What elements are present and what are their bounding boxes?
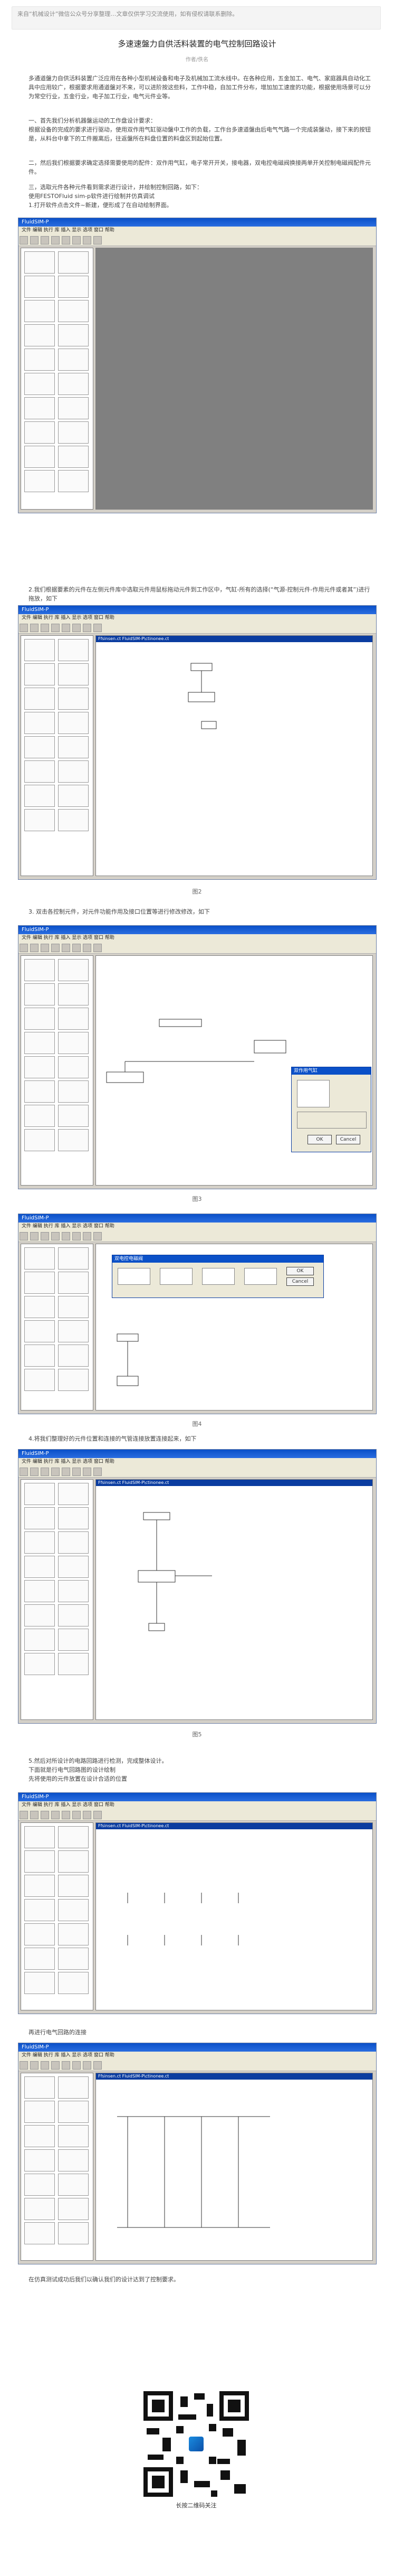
notice-text: 来自“机械设计”微信公众号分享整理…文章仅供学习交流使用，如有侵权请联系删除。 xyxy=(17,11,238,17)
dialog-title: 双作用气缸 xyxy=(292,1067,371,1075)
electrical-components xyxy=(127,1893,239,1945)
brand-logo-icon xyxy=(186,2433,207,2455)
drawing-canvas[interactable]: Ffsinsen.ct FluidSIM-P\ctinonee.ct xyxy=(95,1479,373,1720)
software-window-1: FluidSIM-P 文件 编辑 执行 库 插入 显示 选项 窗口 帮助 xyxy=(18,218,377,513)
qr-code[interactable] xyxy=(143,2391,249,2497)
toolbar[interactable] xyxy=(18,1230,376,1242)
drawing-canvas[interactable]: 双作用气缸 OK Cancel xyxy=(95,955,373,1186)
paragraph-step2: 2.我们根据要素的元件在左侧元件库中选取元件用鼠标拖动元件到工作区中，气缸-所有… xyxy=(28,586,370,602)
figure-caption-3: 图3 xyxy=(192,1196,202,1202)
paragraph-intro: 多通道盤力自供活料装置广泛应用在各种小型机械设备和电子及机械加工流水线中。在各种… xyxy=(28,75,371,100)
paragraph-steps: 三，选取元件各种元件看到需求进行设计，并绘制控制回路，如下： 使用FESTOFl… xyxy=(28,184,203,209)
notice-banner: 来自“机械设计”微信公众号分享整理…文章仅供学习交流使用，如有侵权请联系删除。 xyxy=(12,6,381,30)
drawing-canvas[interactable]: Ffsinsen.ct FluidSIM-P\ctinonee.ct xyxy=(95,635,373,876)
paragraph-step6: 再进行电气回路的连接 xyxy=(28,2029,87,2036)
paragraph-analysis: 一、首先我们分析机器盤运动的工作盘设计要求： 根据设备的完成的要求进行驱动，使用… xyxy=(28,117,371,142)
software-window-5: FluidSIM-P 文件 编辑 执行 库 插入 显示 选项 窗口 帮助 Ffs… xyxy=(18,1449,377,1724)
component-library[interactable] xyxy=(21,955,93,1186)
article-title: 多速速盤力自供活料装置的电气控制回路设计 xyxy=(118,39,276,49)
drawing-canvas[interactable]: Ffsinsen.ct FluidSIM-P\ctinonee.ct xyxy=(95,2073,373,2261)
valve-dialog[interactable]: 双电控电磁阀 OK Cancel xyxy=(112,1255,324,1298)
component-library[interactable] xyxy=(21,2073,93,2261)
window-title-bar: FluidSIM-P xyxy=(18,926,376,934)
component-library[interactable] xyxy=(21,635,93,876)
toolbar[interactable] xyxy=(18,2059,376,2071)
pneumatic-circuit xyxy=(188,663,217,729)
window-title-bar: FluidSIM-P xyxy=(18,1793,376,1801)
canvas-title: Ffsinsen.ct FluidSIM-P\ctinonee.ct xyxy=(96,1823,372,1829)
figure-caption-2: 图2 xyxy=(192,888,202,895)
menu-bar[interactable]: 文件 编辑 执行 库 插入 显示 选项 窗口 帮助 xyxy=(18,1801,376,1809)
article-author: 作者/佚名 xyxy=(185,57,209,63)
dialog-ok-button[interactable]: OK xyxy=(286,1267,314,1275)
software-window-4: FluidSIM-P 文件 编辑 执行 库 插入 显示 选项 窗口 帮助 双电控… xyxy=(18,1214,377,1414)
toolbar[interactable] xyxy=(18,942,376,954)
dialog-ok-button[interactable]: OK xyxy=(307,1135,332,1144)
menu-bar[interactable]: 文件 编辑 执行 库 插入 显示 选项 窗口 帮助 xyxy=(18,614,376,622)
canvas-title: Ffsinsen.ct FluidSIM-P\ctinonee.ct xyxy=(96,2073,372,2080)
qr-section: 长按二维码关注 xyxy=(143,2391,249,2534)
pneumatic-circuit xyxy=(138,1512,212,1631)
dialog-title: 双电控电磁阀 xyxy=(112,1255,323,1263)
component-library[interactable] xyxy=(21,1479,93,1720)
menu-bar[interactable]: 文件 编辑 执行 库 插入 显示 选项 窗口 帮助 xyxy=(18,1223,376,1230)
window-title-bar: FluidSIM-P xyxy=(18,1450,376,1458)
menu-bar[interactable]: 文件 编辑 执行 库 插入 显示 选项 窗口 帮助 xyxy=(18,1458,376,1465)
canvas-title: Ffsinsen.ct FluidSIM-P\ctinonee.ct xyxy=(96,636,372,642)
toolbar[interactable] xyxy=(18,1809,376,1821)
window-title-bar: FluidSIM-P xyxy=(18,1214,376,1223)
software-window-3: FluidSIM-P 文件 编辑 执行 库 插入 显示 选项 窗口 帮助 双作用… xyxy=(18,925,377,1189)
figure-caption-5: 图5 xyxy=(192,1731,202,1738)
paragraph-step4: 4.将我们整理好的元件位置和连接的气管连接放置连接起来，如下 xyxy=(28,1435,197,1442)
drawing-canvas[interactable] xyxy=(95,248,373,510)
paragraph-step3: 3. 双击各控制元件，对元件功能作用及接口位置等进行修改修改，如下 xyxy=(28,908,210,915)
window-title-bar: FluidSIM-P xyxy=(18,2043,376,2052)
properties-dialog[interactable]: 双作用气缸 OK Cancel xyxy=(291,1067,371,1152)
menu-bar[interactable]: 文件 编辑 执行 库 插入 显示 选项 窗口 帮助 xyxy=(18,2052,376,2059)
paragraph-conclusion: 在仿真测试成功后我们以确认我们的设计达到了控制要求。 xyxy=(28,2276,179,2283)
component-library[interactable] xyxy=(21,1244,93,1411)
toolbar[interactable] xyxy=(18,1465,376,1478)
toolbar[interactable] xyxy=(18,234,376,246)
component-library[interactable] xyxy=(21,1822,93,2010)
dialog-cancel-button[interactable]: Cancel xyxy=(336,1135,360,1144)
figure-caption-4: 图4 xyxy=(192,1421,202,1427)
window-title-bar: FluidSIM-P xyxy=(18,218,376,227)
component-library[interactable] xyxy=(21,248,93,510)
dialog-cancel-button[interactable]: Cancel xyxy=(286,1277,314,1286)
qr-caption: 长按二维码关注 xyxy=(176,2502,217,2509)
canvas-title: Ffsinsen.ct FluidSIM-P\ctinonee.ct xyxy=(96,1480,372,1486)
paragraph-components: 二，然后我们根据要求确定选择需要使用的配件：双作用气缸，电子常开开关，接电器，双… xyxy=(28,159,371,175)
software-window-7: FluidSIM-P 文件 编辑 执行 库 插入 显示 选项 窗口 帮助 Ffs… xyxy=(18,2043,377,2264)
menu-bar[interactable]: 文件 编辑 执行 库 插入 显示 选项 窗口 帮助 xyxy=(18,934,376,942)
toolbar[interactable] xyxy=(18,622,376,634)
software-window-6: FluidSIM-P 文件 编辑 执行 库 插入 显示 选项 窗口 帮助 Ffs… xyxy=(18,1792,377,2014)
window-title-bar: FluidSIM-P xyxy=(18,606,376,614)
paragraph-step5: 5.然后对所设计的电路回路进行检测，完成整体设计。 下面就是行电气回路图的设计绘… xyxy=(28,1757,168,1782)
software-window-2: FluidSIM-P 文件 编辑 执行 库 插入 显示 选项 窗口 帮助 Ffs… xyxy=(18,605,377,880)
drawing-canvas[interactable]: Ffsinsen.ct FluidSIM-P\ctinonee.ct xyxy=(95,1822,373,2010)
drawing-canvas[interactable]: 双电控电磁阀 OK Cancel xyxy=(95,1244,373,1411)
electrical-circuit xyxy=(117,2116,270,2228)
menu-bar[interactable]: 文件 编辑 执行 库 插入 显示 选项 窗口 帮助 xyxy=(18,227,376,234)
